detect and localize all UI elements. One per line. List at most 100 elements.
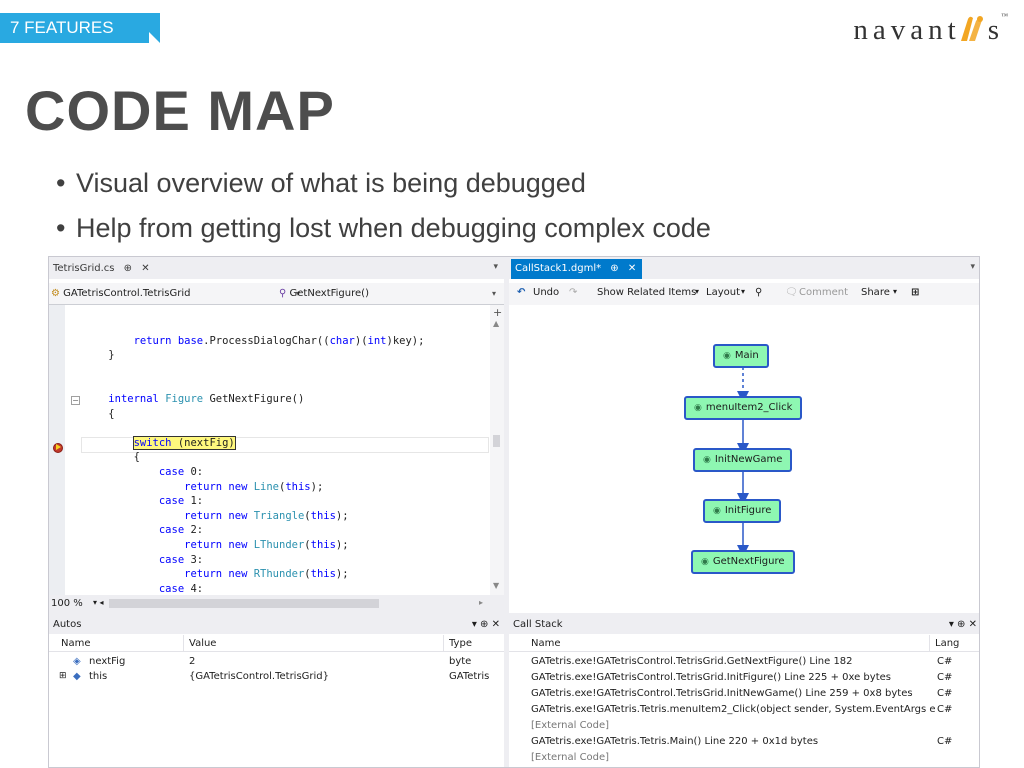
- table-row[interactable]: ◈ nextFig 2 byte: [49, 654, 504, 669]
- scroll-thumb[interactable]: [493, 435, 500, 447]
- bullet-item: • Help from getting lost when debugging c…: [56, 209, 711, 254]
- column-header-type[interactable]: Type: [449, 635, 472, 652]
- variable-name: this: [89, 671, 108, 682]
- section-tag: 7 FEATURES: [0, 13, 160, 43]
- column-divider[interactable]: [183, 635, 184, 652]
- table-row[interactable]: [External Code]: [509, 750, 979, 765]
- method-icon: ◉: [694, 403, 702, 413]
- collapse-icon[interactable]: −: [71, 396, 80, 405]
- layout-button[interactable]: Layout: [706, 287, 740, 298]
- code-line: internal Figure GetNextFigure(): [108, 392, 305, 405]
- table-row[interactable]: GATetris.exe!GATetrisControl.TetrisGrid.…: [509, 654, 979, 669]
- column-header-name[interactable]: Name: [61, 635, 91, 652]
- comment-icon[interactable]: 🗨: [785, 287, 798, 298]
- member-combo[interactable]: ⚲ GetNextFigure() ▾: [279, 285, 499, 303]
- column-header-lang[interactable]: Lang: [935, 635, 965, 652]
- close-icon[interactable]: ✕: [141, 263, 149, 274]
- undo-button[interactable]: Undo: [533, 287, 559, 298]
- chevron-down-icon[interactable]: ▾: [949, 619, 954, 630]
- frame-lang: C#: [937, 672, 953, 683]
- call-stack-header: Name Lang: [509, 635, 979, 652]
- frame-name: GATetris.exe!GATetrisControl.TetrisGrid.…: [531, 656, 853, 667]
- horizontal-scrollbar[interactable]: [109, 599, 379, 608]
- code-map-node-main[interactable]: ◉ Main: [713, 344, 769, 368]
- variable-value: {GATetrisControl.TetrisGrid}: [189, 671, 330, 682]
- undo-icon[interactable]: ↶: [517, 287, 525, 298]
- layout-map-icon[interactable]: ⊞: [911, 287, 919, 298]
- scroll-right-icon[interactable]: ▸: [479, 598, 483, 607]
- close-icon[interactable]: ✕: [628, 263, 636, 274]
- scroll-down-icon[interactable]: ▼: [493, 581, 499, 590]
- autos-title-bar: Autos ▾ ⊕ ✕: [49, 616, 504, 634]
- table-row[interactable]: [External Code]: [509, 718, 979, 733]
- code-line: case 3:: [158, 553, 204, 566]
- section-tag-label: 7 FEATURES: [10, 18, 114, 37]
- close-icon[interactable]: ✕: [969, 619, 977, 630]
- split-icon[interactable]: +: [493, 306, 502, 319]
- editor-status-bar: 100 % ▾ ◂ ▸: [49, 595, 504, 613]
- logo-text-left: navant: [853, 14, 961, 46]
- table-row[interactable]: GATetris.exe!GATetrisControl.TetrisGrid.…: [509, 686, 979, 701]
- code-map-node-getnextfigure[interactable]: ◉ GetNextFigure: [691, 550, 795, 574]
- editor-tabstrip: TetrisGrid.cs ⊕ ✕ ▾: [49, 257, 504, 279]
- column-header-name[interactable]: Name: [531, 635, 561, 652]
- bullet-text: Visual overview of what is being debugge…: [76, 168, 586, 198]
- node-label: Main: [734, 350, 759, 361]
- pin-icon[interactable]: ⊕: [124, 263, 132, 274]
- code-map-node-initnewgame[interactable]: ◉ InitNewGame: [693, 448, 793, 472]
- comment-button[interactable]: Comment: [799, 287, 848, 298]
- type-combo[interactable]: ⚙ GATetrisControl.TetrisGrid ▾: [51, 285, 303, 303]
- expand-icon[interactable]: ⊞: [59, 669, 67, 684]
- pin-icon[interactable]: ⊕: [480, 619, 488, 630]
- close-icon[interactable]: ✕: [492, 619, 500, 630]
- table-row[interactable]: GATetris.exe!GATetris.Tetris.Main() Line…: [509, 734, 979, 749]
- code-line: }: [83, 349, 115, 362]
- share-button[interactable]: Share: [861, 287, 890, 298]
- code-line: case 2:: [158, 524, 204, 537]
- tab-tetrisgrid[interactable]: TetrisGrid.cs ⊕ ✕: [49, 259, 156, 279]
- frame-name: GATetris.exe!GATetris.Tetris.menuItem2_C…: [531, 704, 935, 715]
- column-header-value[interactable]: Value: [189, 635, 216, 652]
- scroll-up-icon[interactable]: ▲: [493, 319, 499, 328]
- chevron-down-icon[interactable]: ▾: [695, 287, 699, 296]
- table-row[interactable]: ⊞ ◆ this {GATetrisControl.TetrisGrid} GA…: [49, 669, 504, 684]
- column-divider[interactable]: [443, 635, 444, 652]
- current-statement-arrow-icon: [56, 444, 61, 450]
- code-line: return new Line(this);: [184, 480, 324, 493]
- redo-icon[interactable]: ↷: [569, 287, 577, 298]
- code-line: case 0:: [158, 465, 204, 478]
- frame-lang: C#: [937, 656, 953, 667]
- bullet-icon: •: [56, 213, 66, 243]
- pin-icon[interactable]: ⊕: [957, 619, 965, 630]
- column-divider[interactable]: [929, 635, 930, 652]
- frame-name: GATetris.exe!GATetrisControl.TetrisGrid.…: [531, 672, 891, 683]
- table-row[interactable]: GATetris.exe!GATetrisControl.TetrisGrid.…: [509, 670, 979, 685]
- tab-dropdown-icon[interactable]: ▾: [493, 262, 498, 272]
- code-area[interactable]: − return base.ProcessDialogChar((char)(i…: [49, 305, 489, 595]
- node-label: InitNewGame: [714, 454, 783, 465]
- code-line: case 1:: [158, 495, 204, 508]
- member-combo-value: GetNextFigure(): [289, 288, 369, 299]
- code-map-node-initfigure[interactable]: ◉ InitFigure: [703, 499, 782, 523]
- code-map-canvas[interactable]: ◉ Main ◉ menuItem2_Click ◉ InitNewGame ◉ Ini…: [509, 305, 979, 613]
- editor-vertical-scrollbar[interactable]: + ▲ ▼: [490, 305, 504, 595]
- tab-callstack-dgml[interactable]: CallStack1.dgml* ⊕ ✕: [511, 259, 643, 279]
- section-tag-fold: [149, 32, 160, 43]
- pin-icon[interactable]: ⊕: [610, 263, 618, 274]
- call-stack-title: Call Stack: [513, 619, 563, 630]
- tab-dropdown-icon[interactable]: ▾: [970, 262, 975, 272]
- chevron-down-icon[interactable]: ▾: [472, 619, 477, 630]
- find-icon[interactable]: ⚲: [755, 287, 762, 298]
- code-map-node-menuitem2-click[interactable]: ◉ menuItem2_Click: [684, 396, 803, 420]
- bullet-item: • Visual overview of what is being debugg…: [56, 164, 711, 209]
- frame-name: [External Code]: [531, 752, 610, 763]
- chevron-down-icon[interactable]: ▾: [741, 287, 745, 296]
- show-related-button[interactable]: Show Related Items: [597, 287, 696, 298]
- code-gutter[interactable]: [49, 305, 65, 595]
- table-row[interactable]: GATetris.exe!GATetris.Tetris.menuItem2_C…: [509, 702, 979, 717]
- breakpoint-icon[interactable]: [53, 443, 63, 453]
- editor-navigation-bar: ⚙ GATetrisControl.TetrisGrid ▾ ⚲ GetNext…: [49, 283, 504, 305]
- zoom-dropdown-icon[interactable]: ▾ ◂: [93, 598, 104, 607]
- zoom-level[interactable]: 100 %: [51, 598, 83, 609]
- chevron-down-icon[interactable]: ▾: [893, 287, 897, 296]
